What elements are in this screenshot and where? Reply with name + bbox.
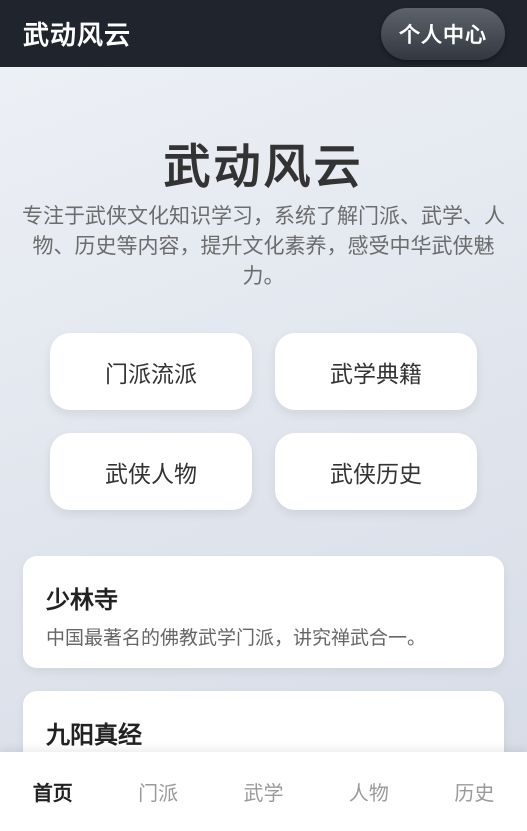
hero-title: 武动风云 bbox=[163, 140, 364, 195]
card-title: 九阳真经 bbox=[46, 721, 142, 749]
nav-item-history[interactable]: 历史 bbox=[422, 777, 527, 806]
nav-item-sects[interactable]: 门派 bbox=[105, 777, 210, 806]
nav-item-characters[interactable]: 人物 bbox=[316, 777, 421, 806]
category-button-sects[interactable]: 门派流派 bbox=[50, 333, 252, 410]
card-title: 少林寺 bbox=[46, 586, 118, 614]
category-button-martial-arts[interactable]: 武学典籍 bbox=[275, 333, 477, 410]
content-card[interactable]: 少林寺 中国最著名的佛教武学门派，讲究禅武合一。 bbox=[23, 556, 504, 668]
profile-button[interactable]: 个人中心 bbox=[381, 7, 505, 60]
bottom-nav: 首页 门派 武学 人物 历史 bbox=[0, 752, 527, 831]
nav-item-martial-arts[interactable]: 武学 bbox=[211, 777, 316, 806]
card-description: 中国最著名的佛教武学门派，讲究禅武合一。 bbox=[46, 627, 427, 649]
nav-item-home[interactable]: 首页 bbox=[0, 777, 105, 806]
app-title: 武动风云 bbox=[23, 21, 132, 51]
category-button-characters[interactable]: 武侠人物 bbox=[50, 433, 252, 510]
hero-description: 专注于武侠文化知识学习，系统了解门派、武学、人物、历史等内容，提升文化素养，感受… bbox=[22, 204, 505, 288]
top-bar: 武动风云 个人中心 bbox=[0, 0, 527, 67]
category-button-history[interactable]: 武侠历史 bbox=[275, 433, 477, 510]
